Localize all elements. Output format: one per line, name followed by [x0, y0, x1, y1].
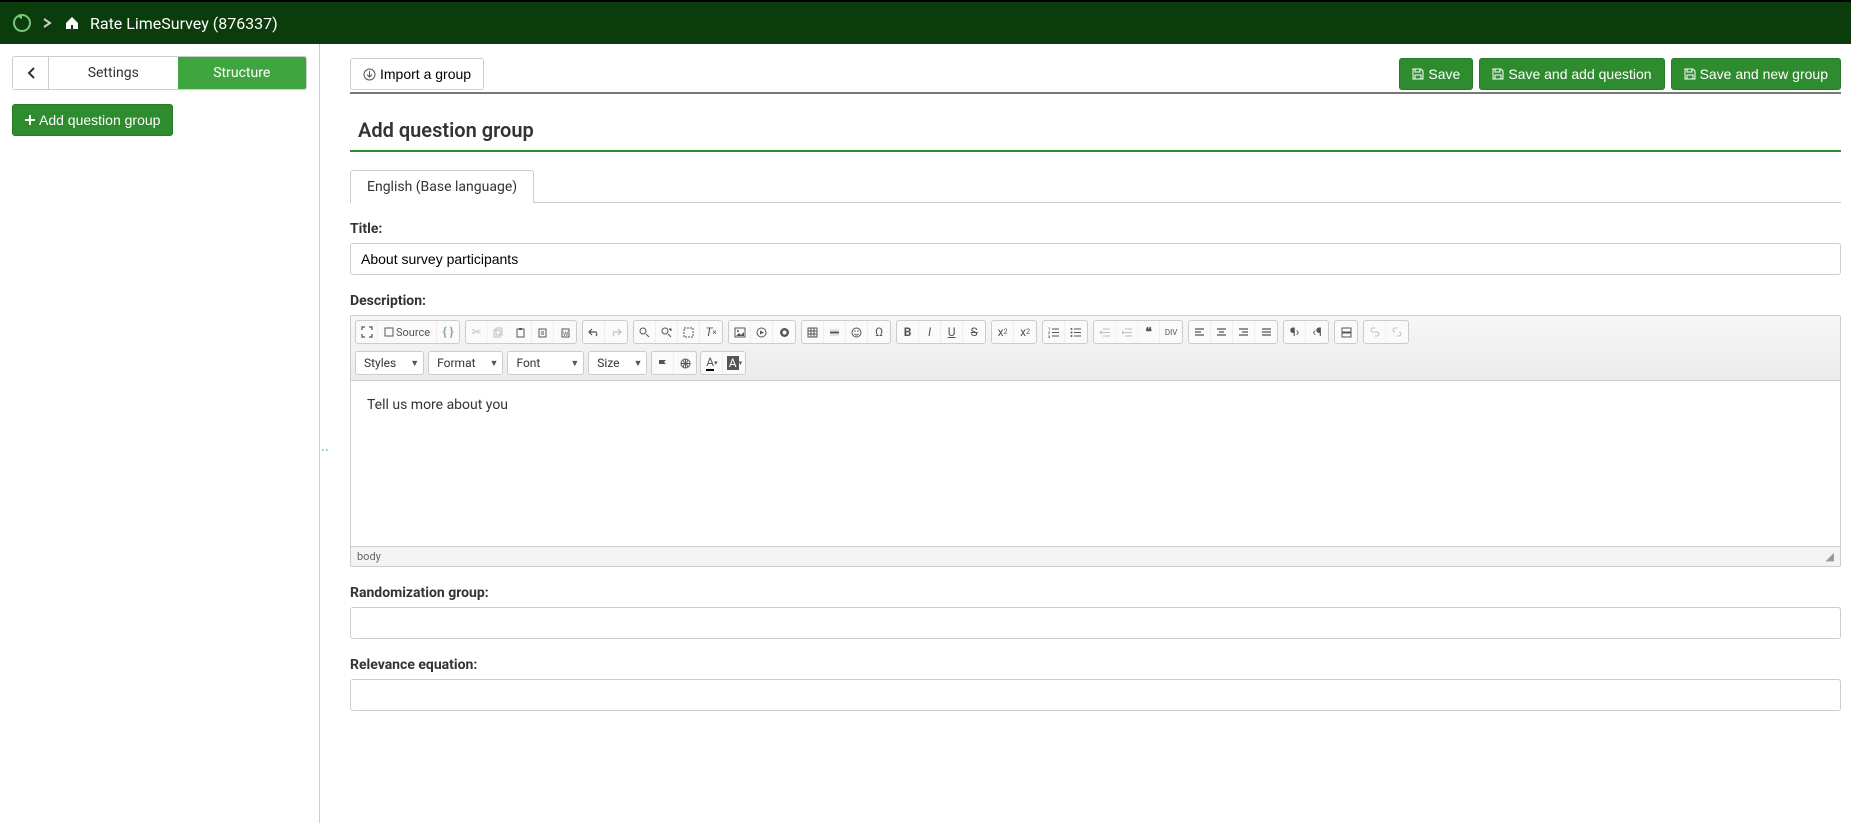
page-title: Add question group: [350, 108, 1841, 150]
limesurvey-logo-icon[interactable]: [12, 13, 32, 33]
add-question-group-button[interactable]: Add question group: [12, 104, 173, 136]
cut-icon[interactable]: ✂: [466, 321, 488, 343]
import-group-button[interactable]: Import a group: [350, 58, 484, 90]
format-combo[interactable]: Format▼: [428, 351, 503, 375]
sidebar: Settings Structure Add question group: [0, 44, 320, 823]
rich-text-editor: Source { } ✂ W: [350, 315, 1841, 567]
hr-icon[interactable]: [824, 321, 846, 343]
blockquote-icon[interactable]: ❝: [1138, 321, 1160, 343]
import-icon: [363, 68, 376, 81]
sidebar-tabs: Settings Structure: [12, 56, 307, 90]
svg-text:W: W: [563, 331, 569, 338]
text-color-icon[interactable]: A▾: [701, 352, 723, 374]
align-left-icon[interactable]: [1189, 321, 1211, 343]
image-icon[interactable]: [729, 321, 751, 343]
show-blocks-icon[interactable]: [1335, 321, 1357, 343]
title-input[interactable]: [350, 243, 1841, 275]
italic-icon[interactable]: I: [919, 321, 941, 343]
language-tabs: English (Base language): [350, 170, 1841, 203]
rtl-icon[interactable]: ‹¶: [1306, 321, 1328, 343]
paste-icon[interactable]: [510, 321, 532, 343]
main-content: ⋮ Import a group Save Save and add quest…: [320, 44, 1851, 823]
action-toolbar: Import a group Save Save and add questio…: [350, 58, 1841, 94]
save-icon: [1412, 68, 1424, 80]
special-char-icon[interactable]: Ω: [868, 321, 890, 343]
lang-tab-english[interactable]: English (Base language): [350, 170, 534, 203]
superscript-icon[interactable]: x2: [1014, 321, 1036, 343]
remove-format-icon[interactable]: T×: [700, 321, 722, 343]
bold-icon[interactable]: B: [897, 321, 919, 343]
anchor-flag-icon[interactable]: [652, 352, 674, 374]
outdent-icon[interactable]: [1094, 321, 1116, 343]
save-icon: [1684, 68, 1696, 80]
table-icon[interactable]: [802, 321, 824, 343]
survey-title[interactable]: Rate LimeSurvey (876337): [90, 14, 278, 33]
save-add-question-button[interactable]: Save and add question: [1479, 58, 1664, 90]
randomization-label: Randomization group:: [350, 585, 1841, 601]
div-icon[interactable]: DIV: [1160, 321, 1182, 343]
paste-text-icon[interactable]: [532, 321, 554, 343]
smiley-icon[interactable]: [846, 321, 868, 343]
media-icon[interactable]: [751, 321, 773, 343]
flash-icon[interactable]: [773, 321, 795, 343]
editor-footer: body ◢: [351, 546, 1840, 566]
source-button[interactable]: Source: [378, 321, 437, 343]
sidebar-collapse-button[interactable]: [13, 57, 49, 89]
undo-icon[interactable]: [583, 321, 605, 343]
randomization-input[interactable]: [350, 607, 1841, 639]
indent-icon[interactable]: [1116, 321, 1138, 343]
save-new-group-label: Save and new group: [1700, 66, 1828, 82]
bg-color-icon[interactable]: A▾: [723, 352, 745, 374]
subscript-icon[interactable]: x2: [992, 321, 1014, 343]
editor-content[interactable]: Tell us more about you: [351, 381, 1840, 546]
maximize-icon[interactable]: [356, 321, 378, 343]
import-group-label: Import a group: [380, 66, 471, 82]
paste-word-icon[interactable]: W: [554, 321, 576, 343]
save-new-group-button[interactable]: Save and new group: [1671, 58, 1841, 90]
home-icon[interactable]: [64, 15, 80, 31]
link-icon[interactable]: [1364, 321, 1386, 343]
globe-icon[interactable]: [674, 352, 696, 374]
breadcrumb-arrow-icon: [42, 17, 54, 29]
find-icon[interactable]: [634, 321, 656, 343]
editor-toolbar: Source { } ✂ W: [351, 316, 1840, 381]
select-all-icon[interactable]: [678, 321, 700, 343]
svg-text:3: 3: [1048, 334, 1050, 338]
align-right-icon[interactable]: [1233, 321, 1255, 343]
styles-combo[interactable]: Styles▼: [355, 351, 424, 375]
save-add-question-label: Save and add question: [1508, 66, 1651, 82]
ltr-icon[interactable]: ¶›: [1284, 321, 1306, 343]
bullet-list-icon[interactable]: [1065, 321, 1087, 343]
expression-icon[interactable]: { }: [437, 321, 459, 343]
editor-elements-path[interactable]: body: [357, 550, 381, 563]
save-label: Save: [1428, 66, 1460, 82]
title-label: Title:: [350, 221, 1841, 237]
copy-icon[interactable]: [488, 321, 510, 343]
relevance-label: Relevance equation:: [350, 657, 1841, 673]
unlink-icon[interactable]: [1386, 321, 1408, 343]
tab-settings[interactable]: Settings: [49, 57, 178, 89]
redo-icon[interactable]: [605, 321, 627, 343]
strike-icon[interactable]: S: [963, 321, 985, 343]
editor-resize-handle[interactable]: ◢: [1826, 550, 1834, 563]
tab-structure[interactable]: Structure: [178, 57, 307, 89]
plus-icon: [25, 115, 35, 125]
replace-icon[interactable]: [656, 321, 678, 343]
save-icon: [1492, 68, 1504, 80]
relevance-input[interactable]: [350, 679, 1841, 711]
description-label: Description:: [350, 293, 1841, 309]
size-combo[interactable]: Size▼: [588, 351, 647, 375]
sidebar-resize-handle[interactable]: ⋮: [320, 444, 330, 456]
align-justify-icon[interactable]: [1255, 321, 1277, 343]
top-navbar: Rate LimeSurvey (876337): [0, 2, 1851, 44]
numbered-list-icon[interactable]: 123: [1043, 321, 1065, 343]
font-combo[interactable]: Font▼: [507, 351, 584, 375]
underline-icon[interactable]: U: [941, 321, 963, 343]
align-center-icon[interactable]: [1211, 321, 1233, 343]
add-question-group-label: Add question group: [39, 112, 160, 128]
save-button[interactable]: Save: [1399, 58, 1473, 90]
